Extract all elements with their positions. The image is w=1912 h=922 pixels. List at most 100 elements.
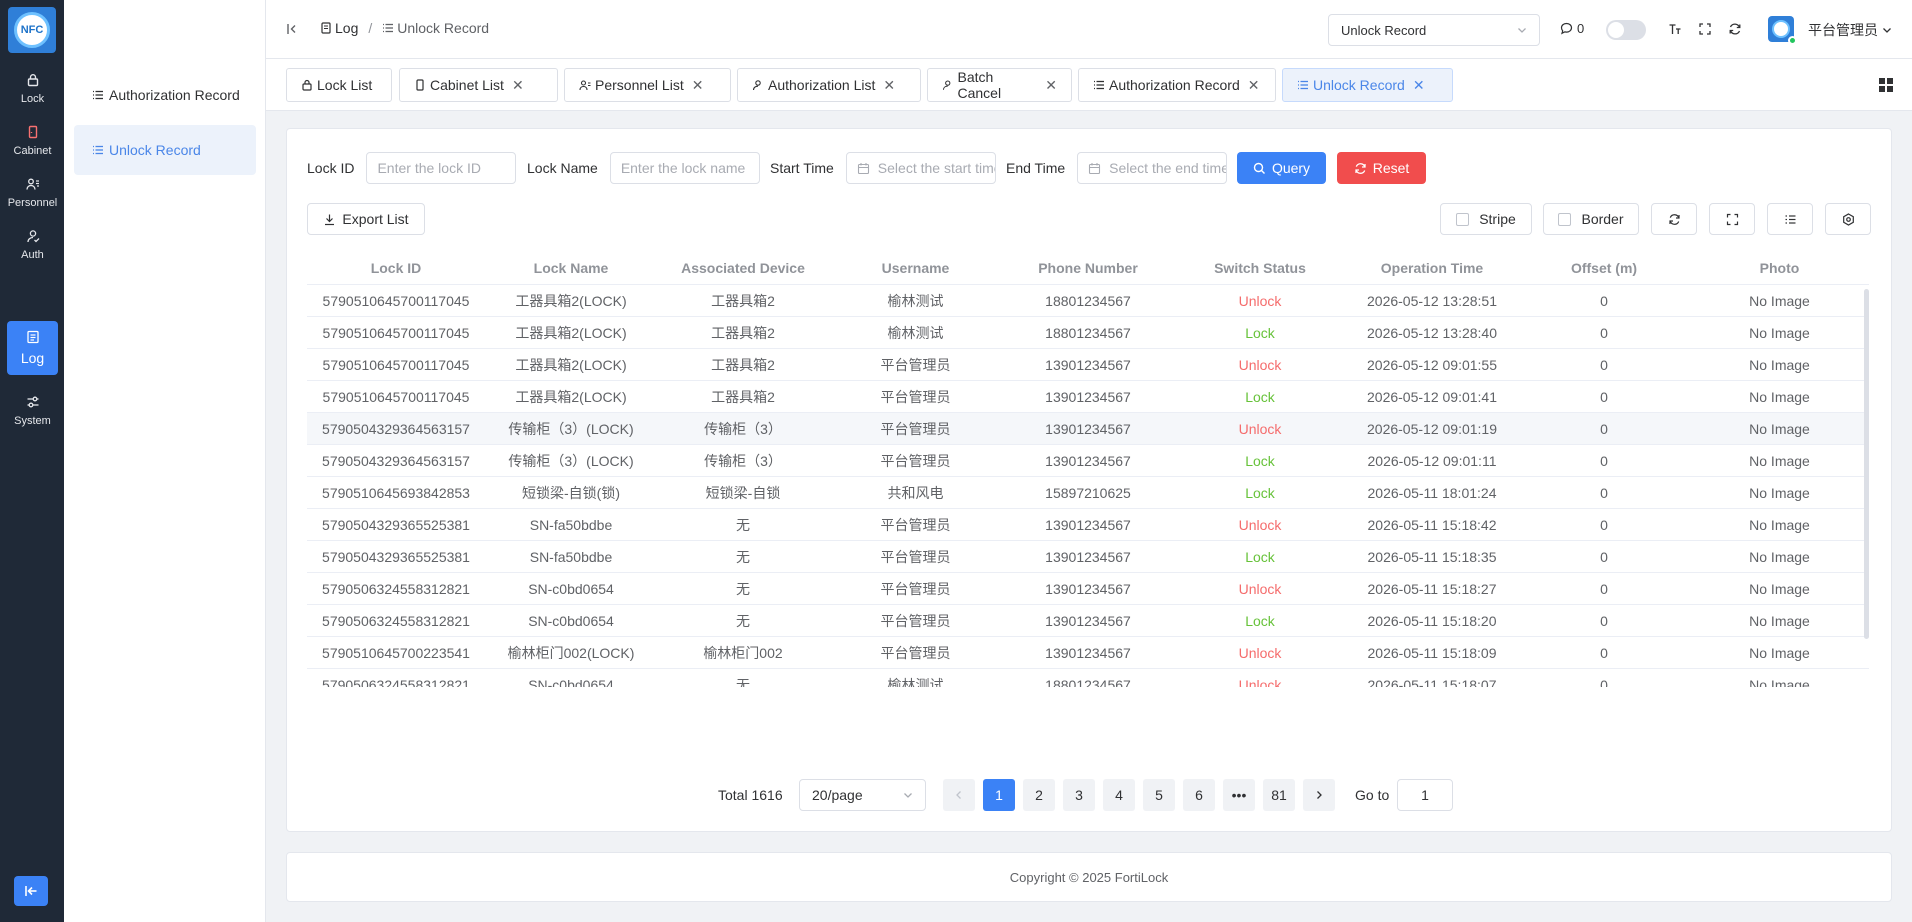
rail-item-system[interactable]: System [7,384,58,438]
tab-cabinet-list[interactable]: Cabinet List ✕ [399,68,558,102]
table-row[interactable]: 5790504329365525381 SN-fa50bdbe 无 平台管理员 1390… [307,541,1869,573]
tab-authorization-record[interactable]: Authorization Record ✕ [1078,68,1276,102]
rail-item-auth[interactable]: Auth [7,218,58,272]
table-settings-button[interactable] [1825,203,1871,235]
table-scrollbar[interactable] [1864,289,1869,639]
query-button[interactable]: Query [1237,152,1326,184]
table-row[interactable]: 5790504329365525381 SN-fa50bdbe 无 平台管理员 1390… [307,509,1869,541]
message-button[interactable]: 0 [1560,21,1584,36]
export-list-label: Export List [342,211,409,227]
reset-button[interactable]: Reset [1337,152,1426,184]
lock-name-cell: SN-fa50bdbe [529,516,613,533]
lock-id-input[interactable]: Enter the lock ID [366,152,517,184]
grid-menu-icon[interactable] [1878,77,1894,93]
refresh-icon[interactable] [1728,22,1742,36]
table-row[interactable]: 5790510645700117045 工器具箱2(LOCK) 工器具箱2 平台管理员… [307,349,1869,381]
tab-personnel-list[interactable]: Personnel List ✕ [564,68,731,102]
goto-page-input[interactable]: 1 [1397,779,1453,811]
document-icon [321,22,331,34]
page-search-select[interactable]: Unlock Record [1328,14,1540,46]
export-list-button[interactable]: Export List [307,203,425,235]
close-icon[interactable]: ✕ [883,77,895,94]
associated-device-cell: 工器具箱2 [711,388,775,405]
lock-id-cell: 5790506324558312821 [322,676,470,688]
table-row[interactable]: 5790506324558312821 SN-c0bd0654 无 榆林测试 18801… [307,669,1869,688]
nfc-avatar-icon [1772,20,1790,38]
column-header[interactable]: Photo [1690,260,1869,276]
tab-unlock-record[interactable]: Unlock Record ✕ [1282,68,1453,102]
start-time-picker[interactable]: Select the start time [845,152,996,184]
stripe-toggle[interactable]: Stripe [1440,203,1532,235]
table-row[interactable]: 5790506324558312821 SN-c0bd0654 无 平台管理员 1390… [307,605,1869,637]
column-header[interactable]: Associated Device [657,260,829,276]
operation-time-cell: 2026-05-11 15:18:42 [1367,516,1497,533]
page-button-2[interactable]: 2 [1023,779,1055,811]
rail-item-personnel[interactable]: Personnel [7,166,58,220]
total-count: Total 1616 [718,787,783,803]
page-button-6[interactable]: 6 [1183,779,1215,811]
offset-cell: 0 [1600,612,1608,629]
table-row[interactable]: 5790506324558312821 SN-c0bd0654 无 平台管理员 1390… [307,573,1869,605]
page-ellipsis-button[interactable]: ••• [1223,779,1255,811]
associated-device-cell: 榆林柜门002 [703,644,783,661]
close-icon[interactable]: ✕ [1413,77,1425,94]
lock-id-cell: 5790504329364563157 [322,452,470,469]
app-logo[interactable]: NFC [8,7,56,53]
submenu-item-authorization-record[interactable]: Authorization Record [74,70,256,120]
prev-page-button[interactable] [943,779,975,811]
rail-item-lock[interactable]: Lock [7,62,58,116]
stripe-checkbox[interactable] [1456,212,1470,226]
column-settings-button[interactable] [1767,203,1813,235]
sidebar-toggle-icon[interactable] [286,22,300,36]
table-row[interactable]: 5790510645700117045 工器具箱2(LOCK) 工器具箱2 榆林测试 1… [307,285,1869,317]
table-row[interactable]: 5790504329364563157 传输柜（3）(LOCK) 传输柜（3） 平台管… [307,445,1869,477]
table-row[interactable]: 5790504329364563157 传输柜（3）(LOCK) 传输柜（3） 平台管… [307,413,1869,445]
close-icon[interactable]: ✕ [692,77,704,94]
font-size-icon[interactable] [1668,22,1682,36]
page-button-5[interactable]: 5 [1143,779,1175,811]
username-cell: 平台管理员 [880,420,951,437]
column-header[interactable]: Offset (m) [1518,260,1690,276]
page-button-3[interactable]: 3 [1063,779,1095,811]
table-row[interactable]: 5790510645693842853 短锁梁-自锁(锁) 短锁梁-自锁 共和风电 15… [307,477,1869,509]
border-checkbox[interactable] [1558,212,1572,226]
user-menu[interactable]: 平台管理员 [1808,20,1892,40]
close-icon[interactable]: ✕ [512,77,524,94]
switch-status-cell: Lock [1245,548,1275,565]
tab-authorization-list[interactable]: Authorization List ✕ [737,68,921,102]
rail-collapse-button[interactable] [14,876,48,906]
theme-toggle[interactable] [1606,20,1646,40]
tab-batch-cancel[interactable]: Batch Cancel ✕ [927,68,1072,102]
fullscreen-icon[interactable] [1698,22,1712,36]
close-icon[interactable]: ✕ [1248,77,1260,94]
refresh-table-button[interactable] [1651,203,1697,235]
tab-label: Batch Cancel [957,69,1002,101]
border-toggle[interactable]: Border [1543,203,1639,235]
page-button-1[interactable]: 1 [983,779,1015,811]
offset-cell: 0 [1600,484,1608,501]
rail-item-log[interactable]: Log [7,321,58,375]
table-row[interactable]: 5790510645700117045 工器具箱2(LOCK) 工器具箱2 榆林测试 1… [307,317,1869,349]
breadcrumb-root[interactable]: Log [335,20,358,36]
page-size-select[interactable]: 20/page [799,779,926,811]
rail-item-cabinet[interactable]: Cabinet [7,114,58,168]
close-icon[interactable]: ✕ [1045,77,1057,94]
column-header[interactable]: Lock Name [485,260,657,276]
table-row[interactable]: 5790510645700223541 榆林柜门002(LOCK) 榆林柜门002 平… [307,637,1869,669]
column-header[interactable]: Operation Time [1346,260,1518,276]
submenu-item-unlock-record[interactable]: Unlock Record [74,125,256,175]
next-page-button[interactable] [1303,779,1335,811]
tab-lock-list[interactable]: Lock List [286,68,392,102]
table-row[interactable]: 5790510645700117045 工器具箱2(LOCK) 工器具箱2 平台管理员… [307,381,1869,413]
list-icon [93,90,103,100]
page-button-81[interactable]: 81 [1263,779,1295,811]
fullscreen-table-button[interactable] [1709,203,1755,235]
column-header[interactable]: Phone Number [1002,260,1174,276]
column-header[interactable]: Username [829,260,1002,276]
end-time-picker[interactable]: Select the end time [1077,152,1228,184]
page-button-4[interactable]: 4 [1103,779,1135,811]
lock-name-input[interactable]: Enter the lock name [609,152,760,184]
column-header[interactable]: Lock ID [307,260,485,276]
column-header[interactable]: Switch Status [1174,260,1346,276]
avatar[interactable] [1768,16,1797,45]
